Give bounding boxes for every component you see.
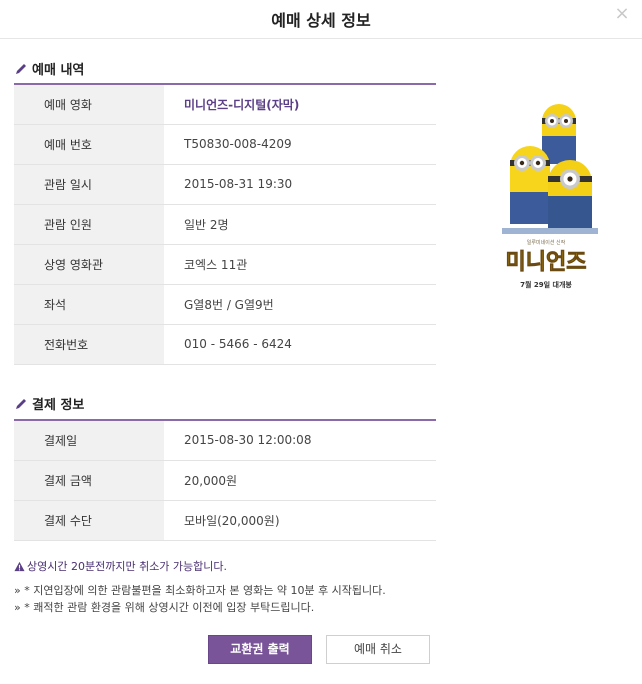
payment-section-title: 결제 정보 [14, 394, 84, 413]
modal-header: 예매 상세 정보 × [0, 0, 642, 39]
minion-left [510, 146, 550, 224]
row-label-booking-number: 예매 번호 [14, 124, 164, 164]
notice-line-1: » * 지연입장에 의한 관람불편을 최소화하고자 본 영화는 약 10분 후 … [14, 584, 386, 597]
warning-icon [14, 561, 25, 571]
table-row: 관람 인원 일반 2명 [14, 204, 436, 244]
close-icon[interactable]: × [612, 4, 632, 24]
row-value-seat: G열8번 / G열9번 [184, 297, 274, 312]
table-row: 관람 일시 2015-08-31 19:30 [14, 164, 436, 204]
row-label-theater: 상영 영화관 [14, 244, 164, 284]
booking-table: 예매 영화 미니언즈-디지털(자막) 예매 번호 T50830-008-4209… [14, 83, 436, 365]
cancel-warning: 상영시간 20분전까지만 취소가 가능합니다. [14, 558, 227, 574]
table-row: 결제 금액 20,000원 [14, 460, 436, 500]
table-row: 예매 번호 T50830-008-4209 [14, 124, 436, 164]
row-value-phone: 010 - 5466 - 6424 [184, 337, 292, 351]
minion-right [548, 160, 592, 228]
row-value-payment-date: 2015-08-30 12:00:08 [184, 433, 312, 448]
row-value-booking-number: T50830-008-4209 [184, 137, 292, 151]
row-label-payment-date: 결제일 [14, 420, 164, 460]
row-value-datetime: 2015-08-31 19:30 [184, 177, 293, 191]
pencil-icon [16, 63, 26, 74]
row-value-people: 일반 2명 [184, 217, 229, 232]
row-label-movie: 예매 영화 [14, 84, 164, 124]
poster-title: 미니언즈 [506, 250, 587, 275]
booking-section-title: 예매 내역 [14, 59, 84, 78]
minion-top [542, 104, 576, 164]
row-label-seat: 좌석 [14, 284, 164, 324]
table-row: 결제 수단 모바일(20,000원) [14, 500, 436, 540]
row-value-payment-method: 모바일(20,000원) [184, 513, 280, 528]
table-row: 상영 영화관 코엑스 11관 [14, 244, 436, 284]
table-row: 결제일 2015-08-30 12:00:08 [14, 420, 436, 460]
movie-poster: 일루미네이션 신작 미니언즈 7월 29일 대개봉 [472, 84, 620, 297]
modal-title: 예매 상세 정보 [271, 11, 371, 30]
row-label-phone: 전화번호 [14, 324, 164, 364]
row-value-movie: 미니언즈-디지털(자막) [184, 97, 300, 112]
payment-table: 결제일 2015-08-30 12:00:08 결제 금액 20,000원 결제… [14, 419, 436, 541]
row-label-people: 관람 인원 [14, 204, 164, 244]
poster-illustration: 일루미네이션 신작 미니언즈 7월 29일 대개봉 [472, 84, 620, 297]
booking-section-label: 예매 내역 [32, 63, 85, 78]
notice-line-2: » * 쾌적한 관람 환경을 위해 상영시간 이전에 입장 부탁드립니다. [14, 601, 315, 614]
print-ticket-button[interactable]: 교환권 출력 [208, 635, 312, 664]
payment-section-label: 결제 정보 [32, 398, 85, 413]
row-value-theater: 코엑스 11관 [184, 257, 248, 272]
table-row: 좌석 G열8번 / G열9번 [14, 284, 436, 324]
row-label-payment-amount: 결제 금액 [14, 460, 164, 500]
table-row: 예매 영화 미니언즈-디지털(자막) [14, 84, 436, 124]
poster-release: 7월 29일 대개봉 [520, 280, 572, 289]
poster-tagline: 일루미네이션 신작 [527, 239, 566, 246]
row-value-payment-amount: 20,000원 [184, 473, 238, 488]
row-label-payment-method: 결제 수단 [14, 500, 164, 540]
table-row: 전화번호 010 - 5466 - 6424 [14, 324, 436, 364]
cancel-warning-text: 상영시간 20분전까지만 취소가 가능합니다. [27, 560, 228, 573]
row-label-datetime: 관람 일시 [14, 164, 164, 204]
pencil-icon [16, 398, 26, 409]
cancel-booking-button[interactable]: 예매 취소 [326, 635, 430, 664]
